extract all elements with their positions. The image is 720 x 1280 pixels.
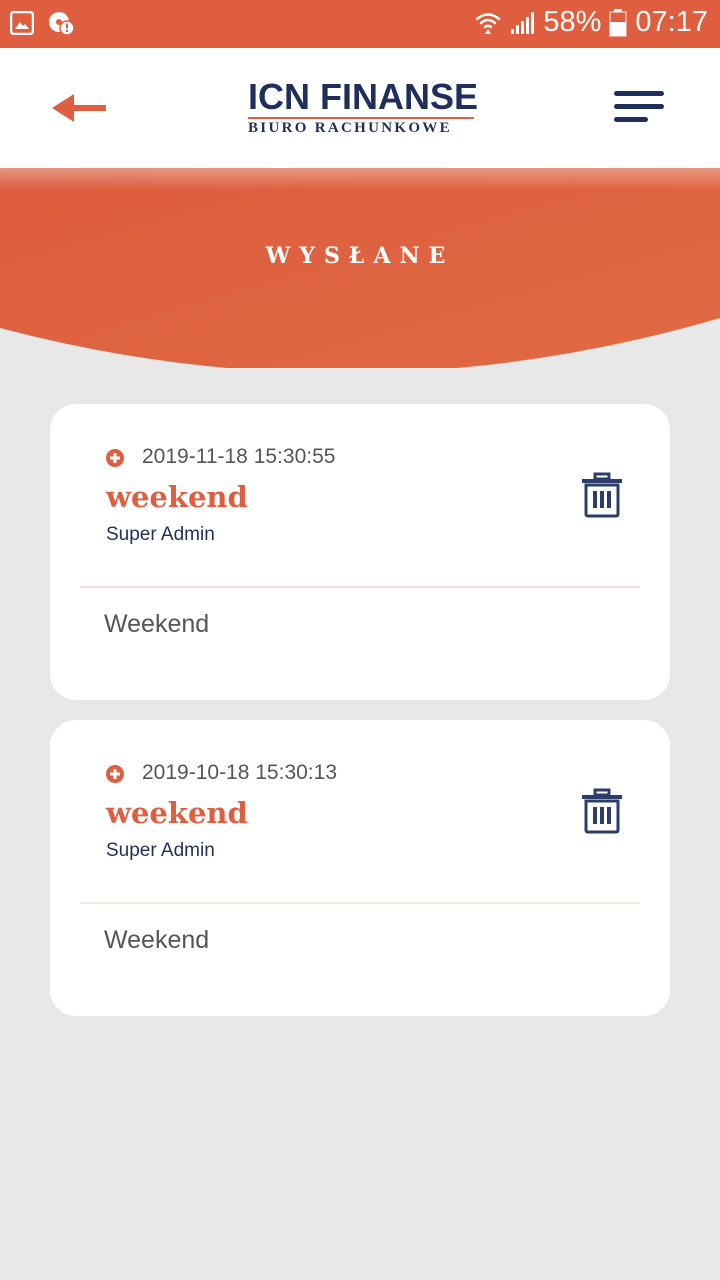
page-title: WYSŁANE — [265, 243, 455, 269]
hamburger-menu-icon — [614, 91, 664, 96]
clock: 07:17 — [635, 6, 708, 38]
message-body: Weekend — [104, 610, 210, 638]
message-card[interactable]: 2019-10-18 15:30:13 weekend Super Admin … — [50, 720, 670, 1016]
message-author: Super Admin — [106, 840, 215, 861]
logo: ICN FINANSE BIURO RACHUNKOWE — [248, 76, 478, 140]
logo-title: ICN FINANSE — [248, 76, 479, 117]
app-alert-icon — [48, 10, 74, 36]
message-body: Weekend — [104, 926, 210, 954]
delete-button[interactable] — [580, 472, 624, 518]
divider — [80, 586, 640, 588]
message-title: weekend — [106, 796, 248, 830]
message-card[interactable]: 2019-11-18 15:30:55 weekend Super Admin … — [50, 404, 670, 700]
menu-bar-middle — [614, 104, 664, 109]
message-date: 2019-11-18 15:30:55 — [142, 445, 336, 468]
battery-percent: 58% — [543, 6, 602, 38]
plus-circle-icon — [106, 765, 124, 783]
app-header: ICN FINANSE BIURO RACHUNKOWE — [0, 48, 720, 168]
menu-button[interactable] — [614, 91, 666, 127]
message-header: 2019-11-18 15:30:55 weekend Super Admin — [50, 404, 670, 588]
battery-icon — [609, 8, 628, 37]
arrow-left-icon — [52, 94, 106, 122]
trash-icon — [582, 788, 622, 834]
message-header: 2019-10-18 15:30:13 weekend Super Admin — [50, 720, 670, 904]
message-date: 2019-10-18 15:30:13 — [142, 761, 337, 784]
status-bar: 58% 07:17 — [0, 0, 720, 48]
menu-bar-bottom — [614, 117, 648, 122]
message-author: Super Admin — [106, 524, 215, 545]
page-banner: WYSŁANE — [0, 168, 720, 368]
wifi-icon — [475, 10, 501, 36]
gallery-icon — [10, 11, 34, 35]
plus-circle-icon — [106, 449, 124, 467]
logo-underline — [248, 117, 474, 119]
divider — [80, 902, 640, 904]
signal-icon — [509, 10, 535, 36]
back-button[interactable] — [50, 88, 110, 128]
trash-icon — [582, 472, 622, 518]
logo-subtitle: BIURO RACHUNKOWE — [248, 120, 452, 136]
delete-button[interactable] — [580, 788, 624, 834]
message-title: weekend — [106, 480, 248, 514]
